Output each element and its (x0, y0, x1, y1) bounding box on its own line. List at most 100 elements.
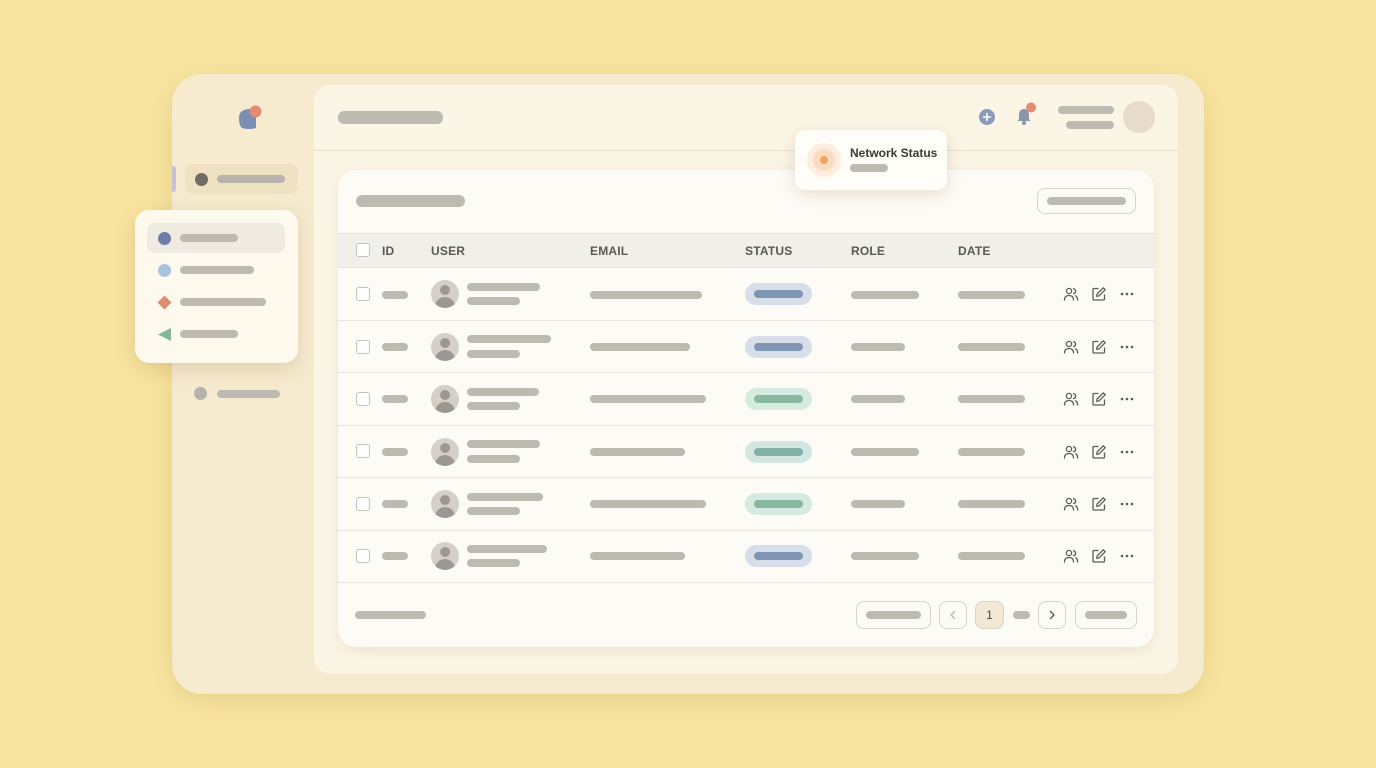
email-cell (590, 291, 702, 299)
more-icon[interactable] (1119, 444, 1135, 460)
sidebar-item-label (217, 175, 285, 183)
column-header-user[interactable]: USER (431, 244, 465, 258)
column-header-role[interactable]: ROLE (851, 244, 885, 258)
popover-item-label (180, 298, 266, 306)
sidebar-item-label (217, 390, 280, 398)
status-badge (745, 441, 812, 463)
edit-icon[interactable] (1091, 391, 1107, 407)
edit-icon[interactable] (1091, 548, 1107, 564)
row-divider (338, 425, 1154, 426)
card-action-button-label (1047, 197, 1126, 205)
user-name (467, 493, 543, 501)
row-checkbox[interactable] (356, 392, 370, 406)
network-status-tooltip (795, 130, 947, 190)
select-all-checkbox[interactable] (356, 243, 370, 257)
column-header-status[interactable]: STATUS (745, 244, 792, 258)
users-icon[interactable] (1063, 339, 1079, 355)
row-checkbox[interactable] (356, 340, 370, 354)
user-subtext (467, 455, 520, 463)
users-icon[interactable] (1063, 391, 1079, 407)
popover-item-circle-light[interactable] (147, 255, 285, 285)
more-icon[interactable] (1119, 286, 1135, 302)
go-to-page-label (1085, 611, 1127, 619)
go-to-page-button[interactable] (1075, 601, 1137, 629)
avatar[interactable] (1123, 101, 1155, 133)
app-logo-icon[interactable] (236, 104, 264, 132)
more-icon[interactable] (1119, 548, 1135, 564)
email-cell (590, 448, 685, 456)
sidebar-popover-menu (135, 210, 298, 363)
popover-item-circle-blue[interactable] (147, 223, 285, 253)
user-name (467, 283, 540, 291)
row-id (382, 395, 408, 403)
column-header-email[interactable]: EMAIL (590, 244, 628, 258)
row-divider (338, 372, 1154, 373)
row-divider (338, 530, 1154, 531)
user-subtext (467, 297, 520, 305)
popover-item-triangle[interactable] (147, 319, 285, 349)
rows-per-page-label (866, 611, 921, 619)
sidebar-item-active[interactable] (185, 164, 298, 194)
date-cell (958, 448, 1025, 456)
card-action-button[interactable] (1037, 188, 1136, 214)
column-header-id[interactable]: ID (382, 244, 394, 258)
role-cell (851, 343, 905, 351)
row-checkbox[interactable] (356, 287, 370, 301)
row-id (382, 552, 408, 560)
more-icon[interactable] (1119, 496, 1135, 512)
sidebar-item-dot-icon (194, 387, 207, 400)
column-header-date[interactable]: DATE (958, 244, 991, 258)
role-cell (851, 552, 919, 560)
avatar (431, 490, 459, 518)
email-cell (590, 395, 706, 403)
more-icon[interactable] (1119, 339, 1135, 355)
edit-icon[interactable] (1091, 444, 1107, 460)
user-subtext (467, 402, 520, 410)
page-button-current[interactable]: 1 (975, 601, 1004, 629)
header-divider (314, 150, 1178, 151)
row-checkbox[interactable] (356, 549, 370, 563)
popover-item-label (180, 266, 254, 274)
edit-icon[interactable] (1091, 339, 1107, 355)
row-checkbox[interactable] (356, 497, 370, 511)
sidebar-active-indicator (172, 166, 176, 192)
row-divider (338, 320, 1154, 321)
popover-item-label (180, 330, 238, 338)
row-divider (338, 582, 1154, 583)
prev-page-button[interactable] (939, 601, 967, 629)
row-id (382, 291, 408, 299)
status-badge (745, 493, 812, 515)
users-icon[interactable] (1063, 444, 1079, 460)
users-icon[interactable] (1063, 548, 1079, 564)
sidebar-item-dot-icon (195, 173, 208, 186)
edit-icon[interactable] (1091, 286, 1107, 302)
users-icon[interactable] (1063, 496, 1079, 512)
edit-icon[interactable] (1091, 496, 1107, 512)
user-name (467, 335, 551, 343)
triangle-icon (158, 328, 171, 341)
tooltip-title: Network Status (850, 146, 938, 160)
rows-per-page-select[interactable] (856, 601, 931, 629)
row-id (382, 343, 408, 351)
avatar (431, 438, 459, 466)
date-cell (958, 500, 1025, 508)
next-page-button[interactable] (1038, 601, 1066, 629)
row-checkbox[interactable] (356, 444, 370, 458)
email-cell (590, 552, 685, 560)
avatar (431, 280, 459, 308)
status-badge (745, 336, 812, 358)
role-cell (851, 500, 905, 508)
plus-icon[interactable] (979, 109, 995, 125)
page-title (338, 111, 443, 124)
table-footer-summary (355, 611, 426, 619)
popover-item-diamond[interactable] (147, 287, 285, 317)
popover-item-label (180, 234, 238, 242)
users-icon[interactable] (1063, 286, 1079, 302)
email-cell (590, 343, 690, 351)
chevron-right-icon (1049, 610, 1055, 620)
more-icon[interactable] (1119, 391, 1135, 407)
bell-icon[interactable] (1015, 102, 1037, 126)
circle-icon (158, 232, 171, 245)
role-cell (851, 395, 905, 403)
row-id (382, 448, 408, 456)
